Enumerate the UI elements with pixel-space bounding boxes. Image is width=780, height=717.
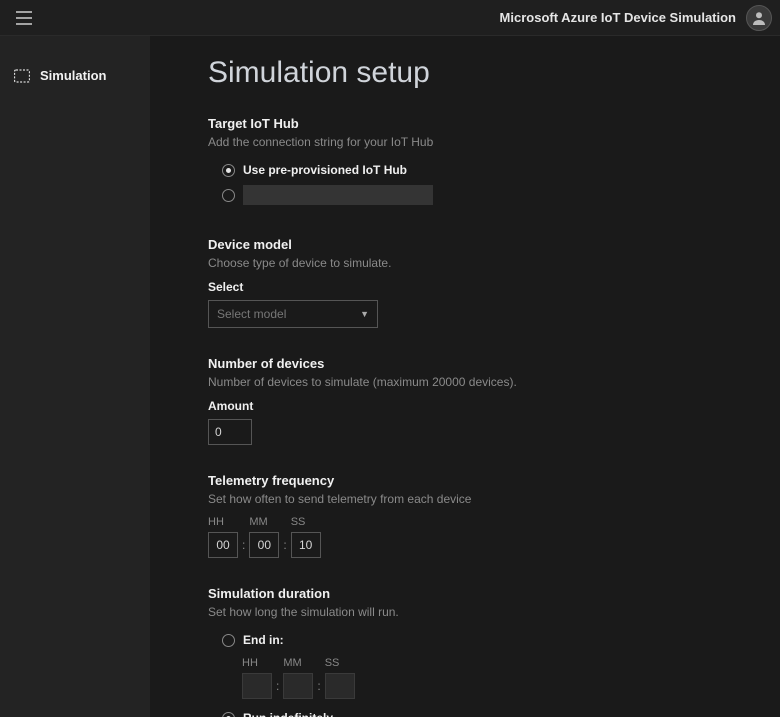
- radio-run-indefinitely[interactable]: [222, 712, 235, 717]
- section-number-of-devices: Number of devices Number of devices to s…: [208, 356, 746, 445]
- duration-mm-input[interactable]: [283, 673, 313, 699]
- telemetry-mm-input[interactable]: [249, 532, 279, 558]
- radio-preprovisioned-label: Use pre-provisioned IoT Hub: [243, 163, 407, 177]
- telemetry-ss-input[interactable]: [291, 532, 321, 558]
- duration-mm-label: MM: [283, 657, 313, 669]
- app-title: Microsoft Azure IoT Device Simulation: [500, 10, 736, 25]
- duration-ss-input[interactable]: [325, 673, 355, 699]
- amount-input[interactable]: [208, 419, 252, 445]
- connection-string-input[interactable]: [243, 185, 433, 205]
- section-desc: Set how often to send telemetry from eac…: [208, 492, 746, 506]
- sidebar-item-label: Simulation: [40, 68, 106, 83]
- device-model-select[interactable]: Select model ▼: [208, 300, 378, 328]
- section-title: Number of devices: [208, 356, 746, 371]
- radio-end-in-label: End in:: [243, 633, 284, 647]
- telemetry-hh-input[interactable]: [208, 532, 238, 558]
- topbar: Microsoft Azure IoT Device Simulation: [0, 0, 780, 36]
- section-title: Simulation duration: [208, 586, 746, 601]
- section-desc: Number of devices to simulate (maximum 2…: [208, 375, 746, 389]
- section-title: Device model: [208, 237, 746, 252]
- radio-run-indefinitely-label: Run indefinitely: [243, 711, 333, 717]
- section-desc: Set how long the simulation will run.: [208, 605, 746, 619]
- radio-end-in[interactable]: [222, 634, 235, 647]
- section-telemetry-frequency: Telemetry frequency Set how often to sen…: [208, 473, 746, 558]
- sidebar-item-simulation[interactable]: Simulation: [0, 60, 150, 91]
- user-icon: [751, 10, 767, 26]
- avatar[interactable]: [746, 5, 772, 31]
- section-desc: Choose type of device to simulate.: [208, 256, 746, 270]
- section-target-iot-hub: Target IoT Hub Add the connection string…: [208, 116, 746, 209]
- duration-ss-label: SS: [325, 657, 355, 669]
- hamburger-menu-button[interactable]: [8, 5, 40, 31]
- select-label: Select: [208, 280, 746, 294]
- telemetry-mm-label: MM: [249, 516, 279, 528]
- topbar-right: Microsoft Azure IoT Device Simulation: [500, 5, 772, 31]
- telemetry-hh-label: HH: [208, 516, 238, 528]
- section-desc: Add the connection string for your IoT H…: [208, 135, 746, 149]
- simulation-icon: [14, 69, 30, 83]
- duration-hh-input[interactable]: [242, 673, 272, 699]
- section-title: Telemetry frequency: [208, 473, 746, 488]
- radio-preprovisioned[interactable]: [222, 164, 235, 177]
- duration-hh-label: HH: [242, 657, 272, 669]
- amount-label: Amount: [208, 399, 746, 413]
- radio-custom-connection[interactable]: [222, 189, 235, 202]
- section-title: Target IoT Hub: [208, 116, 746, 131]
- chevron-down-icon: ▼: [360, 309, 369, 319]
- sidebar: Simulation: [0, 36, 150, 717]
- section-device-model: Device model Choose type of device to si…: [208, 237, 746, 328]
- select-placeholder: Select model: [217, 307, 286, 321]
- section-simulation-duration: Simulation duration Set how long the sim…: [208, 586, 746, 717]
- menu-icon: [16, 11, 32, 25]
- page-title: Simulation setup: [208, 56, 746, 90]
- main-content: Simulation setup Target IoT Hub Add the …: [150, 36, 780, 717]
- telemetry-ss-label: SS: [291, 516, 321, 528]
